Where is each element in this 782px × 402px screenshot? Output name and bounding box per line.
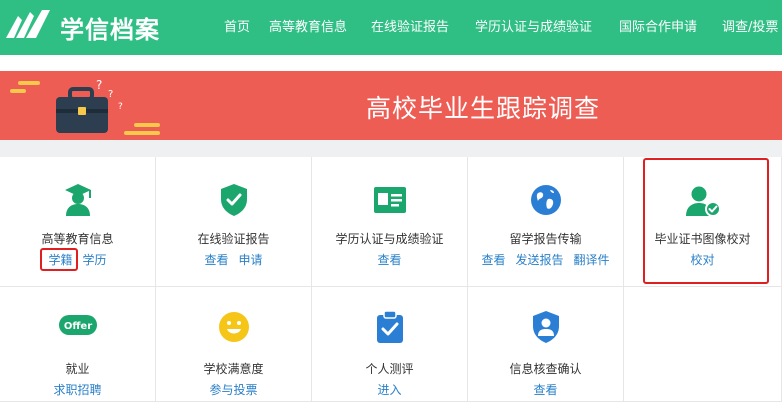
service-links: 查看 bbox=[312, 251, 467, 268]
clipboard-check-icon bbox=[376, 310, 403, 343]
nav-international-cooperation[interactable]: 国际合作申请 bbox=[619, 16, 697, 35]
brand-name[interactable]: 学信档案 bbox=[60, 10, 160, 45]
service-links: 求职招聘 bbox=[0, 381, 155, 398]
service-title: 个人测评 bbox=[365, 362, 414, 376]
link-degree[interactable]: 学历 bbox=[83, 253, 107, 267]
service-title: 信息核查确认 bbox=[509, 362, 582, 376]
briefcase-illustration: ? ? ? bbox=[10, 78, 160, 135]
globe-icon bbox=[530, 185, 561, 215]
graduate-icon bbox=[64, 184, 91, 216]
service-title: 高等教育信息 bbox=[41, 232, 114, 246]
service-card-degree-certification[interactable]: 学历认证与成绩验证 查看 bbox=[312, 157, 468, 287]
nav-online-verification-report[interactable]: 在线验证报告 bbox=[371, 16, 449, 35]
offer-icon: Offer bbox=[58, 315, 97, 335]
header-spacer bbox=[0, 55, 782, 71]
link-view[interactable]: 查看 bbox=[204, 253, 228, 267]
link-send-report[interactable]: 发送报告 bbox=[515, 253, 563, 267]
svg-text:?: ? bbox=[108, 89, 113, 100]
link-view[interactable]: 查看 bbox=[533, 383, 557, 397]
nav-degree-certification[interactable]: 学历认证与成绩验证 bbox=[475, 16, 592, 35]
service-card-personal-assessment[interactable]: 个人测评 进入 bbox=[312, 287, 468, 402]
service-title: 学校满意度 bbox=[203, 362, 264, 376]
survey-banner[interactable]: ? ? ? 高校毕业生跟踪调查 bbox=[0, 71, 782, 140]
link-translation[interactable]: 翻译件 bbox=[574, 253, 610, 267]
svg-text:?: ? bbox=[96, 78, 102, 92]
top-navigation-bar: 学信档案 首页 高等教育信息 在线验证报告 学历认证与成绩验证 国际合作申请 调… bbox=[0, 0, 782, 55]
service-card-information-verification[interactable]: 信息核查确认 查看 bbox=[468, 287, 624, 402]
id-card-icon bbox=[373, 187, 406, 213]
service-card-online-verification-report[interactable]: 在线验证报告 查看 申请 bbox=[156, 157, 312, 287]
svg-text:Offer: Offer bbox=[63, 321, 91, 332]
service-links: 查看 发送报告 翻译件 bbox=[468, 251, 623, 268]
service-links: 查看 bbox=[468, 381, 623, 398]
service-card-higher-education-info[interactable]: 高等教育信息 学籍 学历 bbox=[0, 157, 156, 287]
link-vote[interactable]: 参与投票 bbox=[209, 383, 257, 397]
service-links: 进入 bbox=[312, 381, 467, 398]
link-apply[interactable]: 申请 bbox=[239, 253, 263, 267]
user-shield-icon bbox=[532, 311, 559, 343]
logo-icon[interactable] bbox=[4, 8, 52, 42]
shield-check-icon bbox=[220, 184, 247, 216]
service-title: 在线验证报告 bbox=[197, 232, 270, 246]
svg-text:?: ? bbox=[118, 102, 123, 112]
link-view[interactable]: 查看 bbox=[481, 253, 505, 267]
service-card-employment[interactable]: Offer 就业 求职招聘 bbox=[0, 287, 156, 402]
nav-home[interactable]: 首页 bbox=[224, 16, 250, 35]
banner-title: 高校毕业生跟踪调查 bbox=[366, 94, 601, 123]
service-links: 查看 申请 bbox=[156, 251, 311, 268]
service-card-school-satisfaction[interactable]: 学校满意度 参与投票 bbox=[156, 287, 312, 402]
service-title: 留学报告传输 bbox=[509, 232, 582, 246]
service-card-study-abroad-report[interactable]: 留学报告传输 查看 发送报告 翻译件 bbox=[468, 157, 624, 287]
service-title: 就业 bbox=[65, 362, 90, 376]
empty-card bbox=[624, 287, 782, 402]
link-job-search[interactable]: 求职招聘 bbox=[53, 383, 101, 397]
link-enter[interactable]: 进入 bbox=[377, 383, 401, 397]
service-links: 参与投票 bbox=[156, 381, 311, 398]
link-view[interactable]: 查看 bbox=[377, 253, 401, 267]
highlight-box-student-status bbox=[40, 248, 78, 271]
smiley-icon bbox=[218, 312, 249, 342]
nav-higher-education-info[interactable]: 高等教育信息 bbox=[269, 16, 347, 35]
service-title: 学历认证与成绩验证 bbox=[335, 232, 444, 246]
nav-survey-vote[interactable]: 调查/投票 bbox=[722, 16, 778, 35]
highlight-box-certificate-image-check bbox=[643, 158, 769, 284]
